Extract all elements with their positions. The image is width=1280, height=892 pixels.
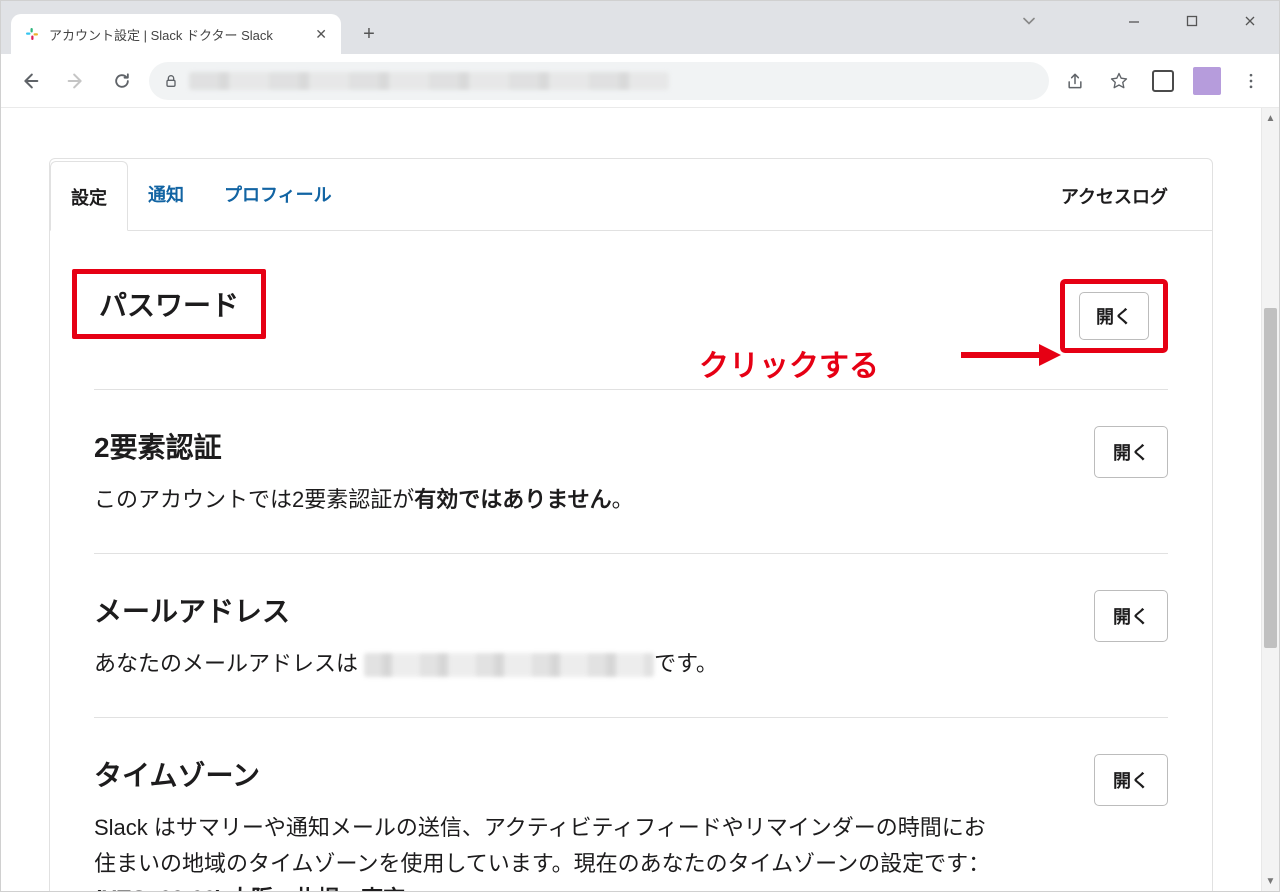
window-close-button[interactable]: [1221, 1, 1279, 41]
section-description: あなたのメールアドレスは です。: [94, 646, 718, 681]
section-description: このアカウントでは2要素認証が有効ではありません。: [94, 482, 634, 517]
section-title: タイムゾーン: [94, 754, 994, 794]
address-bar[interactable]: [149, 62, 1049, 100]
browser-toolbar: [1, 54, 1279, 108]
forward-button[interactable]: [57, 63, 95, 99]
page-content: 設定 通知 プロフィール アクセスログ パスワード 開: [1, 108, 1261, 891]
reload-button[interactable]: [103, 63, 141, 99]
annotation-arrow-icon: [961, 340, 1061, 370]
scroll-thumb[interactable]: [1264, 308, 1277, 648]
new-tab-button[interactable]: +: [353, 18, 385, 50]
access-log-link[interactable]: アクセスログ: [1039, 161, 1190, 229]
tab-notifications[interactable]: 通知: [128, 159, 204, 230]
open-timezone-button[interactable]: 開く: [1094, 754, 1168, 806]
window-controls: [1105, 1, 1279, 41]
email-redacted: [364, 653, 654, 677]
page-viewport: 設定 通知 プロフィール アクセスログ パスワード 開: [1, 108, 1279, 891]
highlight-box: パスワード: [72, 269, 266, 339]
open-email-button[interactable]: 開く: [1094, 590, 1168, 642]
maximize-button[interactable]: [1163, 1, 1221, 41]
tab-profile[interactable]: プロフィール: [204, 159, 352, 230]
scroll-down-icon[interactable]: ▼: [1262, 871, 1279, 891]
tab-title: アカウント設定 | Slack ドクター Slack: [49, 25, 305, 44]
section-title: パスワード: [99, 284, 239, 324]
tab-strip: アカウント設定 | Slack ドクター Slack ✕ +: [1, 1, 1279, 54]
more-menu-icon[interactable]: [1233, 63, 1269, 99]
slack-icon: [23, 25, 41, 43]
section-title: 2要素認証: [94, 426, 634, 466]
minimize-button[interactable]: [1105, 1, 1163, 41]
section-timezone: タイムゾーン Slack はサマリーや通知メールの送信、アクティビティフィードや…: [94, 717, 1168, 891]
url-redacted: [189, 72, 669, 90]
scrollbar[interactable]: ▲ ▼: [1261, 108, 1279, 891]
section-email: メールアドレス あなたのメールアドレスは です。 開く: [94, 553, 1168, 717]
share-icon[interactable]: [1057, 63, 1093, 99]
bookmark-star-icon[interactable]: [1101, 63, 1137, 99]
browser-window: アカウント設定 | Slack ドクター Slack ✕ +: [0, 0, 1280, 892]
tab-search-chevron-icon[interactable]: [999, 1, 1059, 41]
settings-card: 設定 通知 プロフィール アクセスログ パスワード 開: [49, 158, 1213, 891]
section-description: Slack はサマリーや通知メールの送信、アクティビティフィードやリマインダーの…: [94, 810, 994, 891]
settings-tablist: 設定 通知 プロフィール アクセスログ: [50, 159, 1212, 231]
section-title: メールアドレス: [94, 590, 718, 630]
open-password-button[interactable]: 開く: [1060, 279, 1168, 353]
back-button[interactable]: [11, 63, 49, 99]
browser-tab[interactable]: アカウント設定 | Slack ドクター Slack ✕: [11, 14, 341, 54]
open-two-factor-button[interactable]: 開く: [1094, 426, 1168, 478]
scroll-up-icon[interactable]: ▲: [1262, 108, 1279, 128]
tab-settings[interactable]: 設定: [50, 161, 128, 231]
lock-icon: [163, 73, 179, 89]
extension-icon[interactable]: [1145, 63, 1181, 99]
close-tab-icon[interactable]: ✕: [313, 26, 329, 43]
section-two-factor: 2要素認証 このアカウントでは2要素認証が有効ではありません。 開く: [94, 389, 1168, 553]
settings-sections: パスワード 開く 2要素認証: [50, 231, 1212, 891]
profile-avatar[interactable]: [1189, 63, 1225, 99]
